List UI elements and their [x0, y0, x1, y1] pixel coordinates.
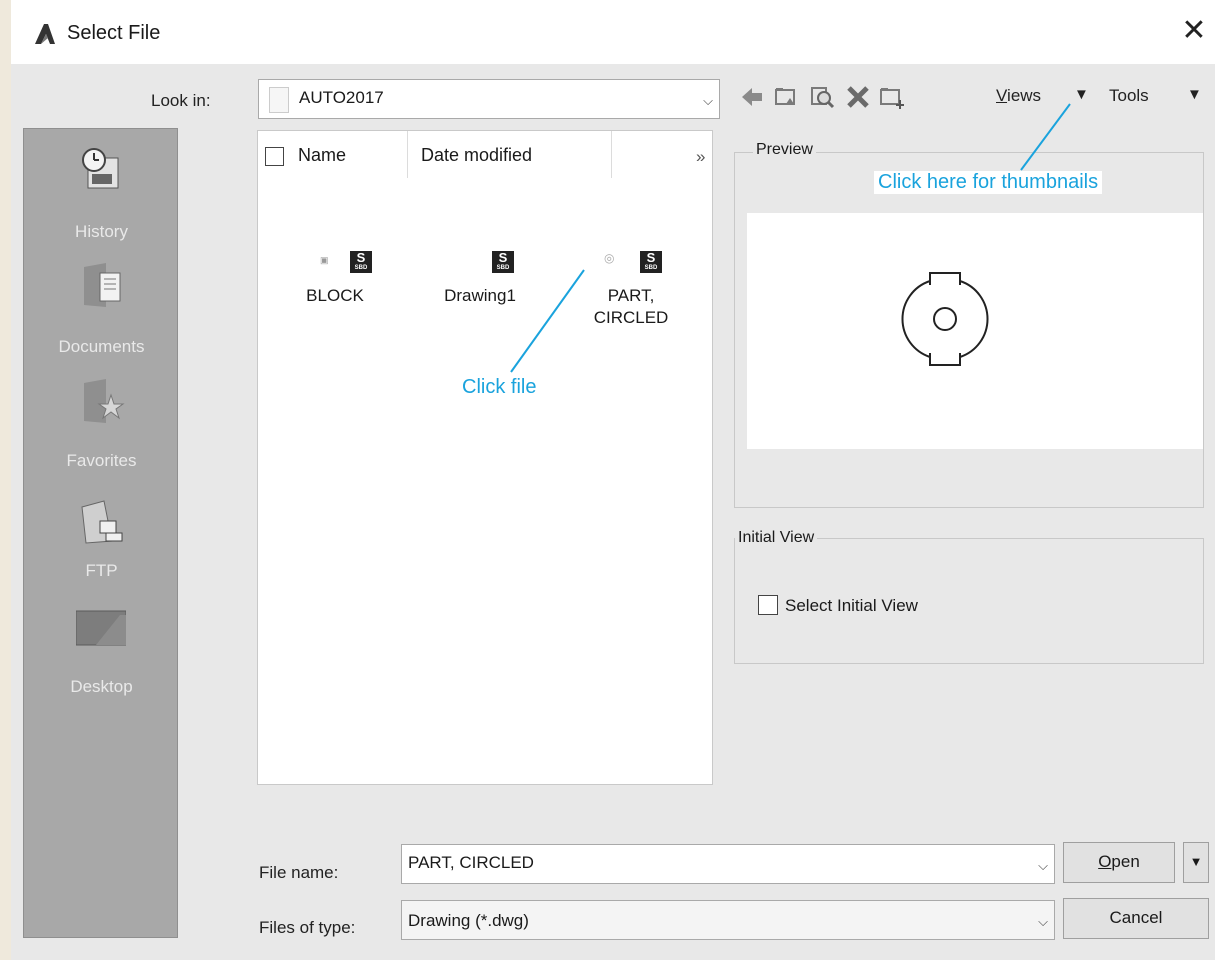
annotation-click-file: Click file: [458, 376, 541, 399]
search-web-icon[interactable]: [809, 84, 835, 110]
desktop-icon: [76, 610, 126, 646]
sbd-badge-icon: S SBD: [640, 251, 662, 273]
place-label: History: [75, 222, 128, 241]
thumbnail-icon: ▣: [320, 255, 329, 265]
cancel-button[interactable]: Cancel: [1063, 898, 1209, 939]
look-in-value: AUTO2017: [299, 88, 384, 107]
views-menu[interactable]: Views: [996, 86, 1041, 106]
select-all-checkbox[interactable]: [265, 147, 284, 166]
column-name-label: Name: [298, 145, 347, 165]
file-type-select[interactable]: Drawing (*.dwg) ⌵: [401, 900, 1055, 940]
column-date-label: Date modified: [421, 145, 533, 165]
more-columns-icon[interactable]: »: [696, 147, 705, 167]
chevron-down-icon: ⌵: [1038, 914, 1048, 929]
file-name-line2: CIRCLED: [593, 308, 669, 327]
documents-icon: [84, 263, 121, 307]
file-type-value: Drawing (*.dwg): [408, 911, 529, 930]
file-list: Name Date modified » ▣ S SBD BLOCK S SBD D…: [257, 130, 713, 785]
file-name-value: PART, CIRCLED: [408, 853, 534, 872]
annotation-thumbnails: Click here for thumbnails: [874, 171, 1103, 194]
up-folder-icon[interactable]: [773, 84, 799, 110]
select-initial-view-checkbox[interactable]: [758, 595, 778, 615]
select-initial-view-label: Select Initial View: [785, 596, 918, 615]
place-label: Favorites: [66, 451, 137, 470]
preview-group: Preview: [734, 141, 1204, 508]
look-in-label: Look in:: [151, 91, 211, 110]
column-header-name[interactable]: Name: [258, 131, 408, 178]
place-label: Desktop: [70, 677, 133, 696]
open-options-dropdown-icon[interactable]: ▼: [1183, 842, 1209, 883]
new-folder-icon[interactable]: [879, 84, 905, 110]
initial-view-legend: Initial View: [735, 529, 818, 547]
open-mnemonic: O: [1098, 852, 1112, 871]
tools-menu[interactable]: Tools: [1109, 86, 1149, 106]
preview-pane: [747, 213, 1203, 449]
select-file-dialog: Select File ✕ Look in: AUTO2017 ⌵ Views …: [11, 0, 1215, 960]
folder-icon: [269, 87, 289, 113]
views-mnemonic: V: [996, 86, 1008, 105]
open-button[interactable]: Open: [1063, 842, 1175, 883]
preview-legend: Preview: [753, 141, 816, 159]
place-label: Documents: [58, 337, 145, 356]
file-name-input[interactable]: PART, CIRCLED ⌵: [401, 844, 1055, 884]
places-sidebar: History Documents Favorites FTP Desktop: [23, 128, 178, 938]
close-icon[interactable]: ✕: [1179, 16, 1209, 46]
ftp-icon: [81, 500, 123, 544]
column-header-date[interactable]: Date modified: [408, 131, 612, 178]
thumbnail-icon: ◎: [604, 251, 615, 265]
tools-dropdown-icon[interactable]: ▼: [1187, 86, 1202, 103]
back-icon[interactable]: [739, 84, 765, 110]
autocad-logo-icon: [35, 24, 55, 44]
delete-icon[interactable]: [845, 84, 871, 110]
file-type-label: Files of type:: [259, 918, 356, 937]
window-title: Select File: [67, 22, 161, 44]
open-label-rest: pen: [1111, 852, 1140, 871]
history-icon: [82, 148, 119, 189]
views-dropdown-icon[interactable]: ▼: [1074, 86, 1089, 103]
file-name-line1: PART,: [607, 286, 655, 305]
views-label-rest: iews: [1007, 86, 1042, 105]
sbd-badge-icon: S SBD: [492, 251, 514, 273]
part-preview-drawing: [901, 272, 989, 366]
chevron-down-icon: ⌵: [703, 93, 713, 108]
title-bar: Select File ✕: [11, 0, 1215, 64]
look-in-combo[interactable]: AUTO2017 ⌵: [258, 79, 720, 119]
file-name: Drawing1: [444, 286, 516, 305]
place-label: FTP: [85, 561, 118, 580]
chevron-down-icon[interactable]: ⌵: [1038, 858, 1048, 874]
initial-view-group: Initial View Select Initial View: [734, 529, 1204, 664]
file-name-label: File name:: [259, 863, 339, 882]
sbd-badge-icon: S SBD: [350, 251, 372, 273]
favorites-icon: [84, 379, 125, 423]
file-name: BLOCK: [306, 286, 364, 305]
